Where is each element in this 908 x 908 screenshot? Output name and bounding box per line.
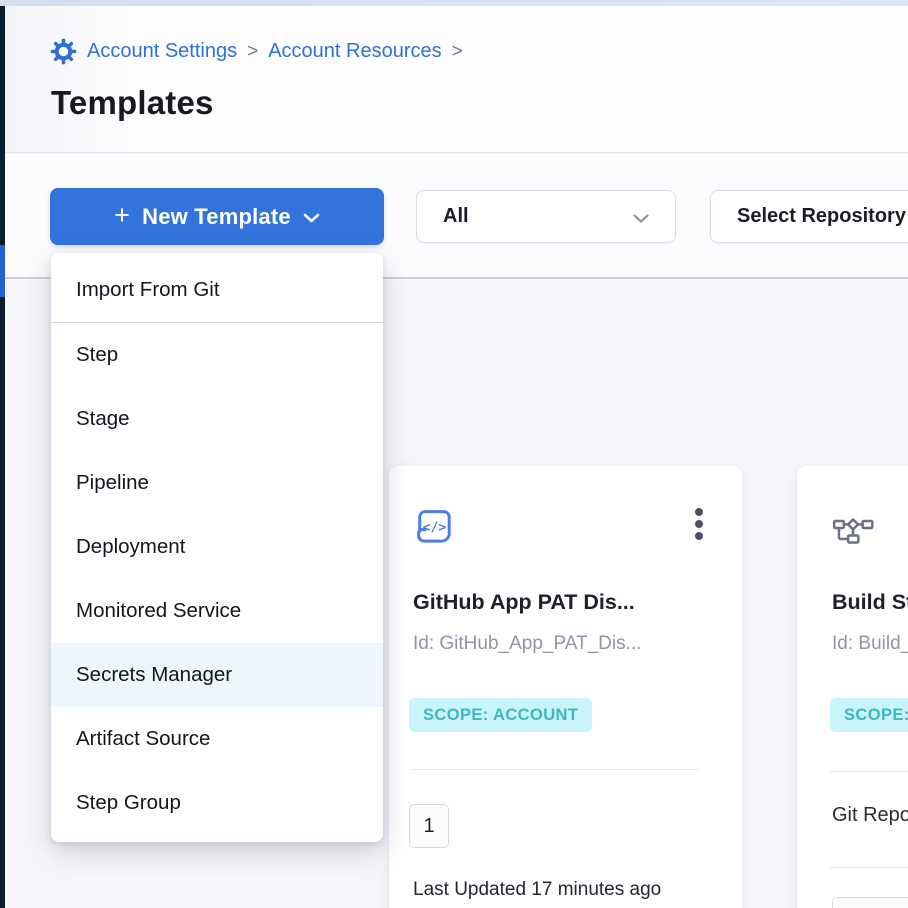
scope-badge: SCOPE: ACCOUNT [409, 698, 592, 732]
code-scroll-icon: </> [411, 504, 459, 557]
menu-item-stage[interactable]: Stage [51, 387, 383, 451]
card-divider [830, 771, 908, 772]
chevron-down-icon [303, 213, 320, 223]
sidebar-active-indicator [0, 245, 5, 297]
menu-item-import-from-git[interactable]: Import From Git [51, 258, 383, 322]
chevron-down-icon [633, 214, 649, 223]
scope-badge: SCOPE: ACCOUNT [830, 698, 908, 732]
version-chip[interactable]: 1 [409, 804, 449, 848]
page-title: Templates [51, 84, 214, 122]
page-header: Account Settings > Account Resources > T… [5, 6, 908, 153]
stage-flow-icon [832, 512, 875, 550]
breadcrumb: Account Settings > Account Resources > [50, 38, 463, 65]
menu-item-step[interactable]: Step [51, 323, 383, 387]
new-template-dropdown-menu: Import From Git Step Stage Pipeline Depl… [51, 253, 383, 842]
repository-filter[interactable]: Select Repository [710, 190, 908, 243]
menu-item-monitored-service[interactable]: Monitored Service [51, 579, 383, 643]
new-template-label: New Template [142, 204, 291, 230]
menu-item-pipeline[interactable]: Pipeline [51, 451, 383, 515]
last-updated-text: Last Updated 17 minutes ago [413, 879, 661, 901]
new-template-button[interactable]: + New Template [50, 188, 384, 245]
template-card-build-stage[interactable]: Build Sta Id: Build_ SCOPE: ACCOUNT Git … [797, 466, 908, 908]
top-accent-bar [0, 0, 908, 6]
menu-item-artifact-source[interactable]: Artifact Source [51, 707, 383, 771]
settings-gear-icon[interactable] [50, 38, 77, 65]
breadcrumb-separator: > [247, 41, 258, 63]
plus-icon: + [114, 202, 130, 229]
svg-text:</>: </> [423, 520, 447, 535]
breadcrumb-separator: > [452, 41, 463, 63]
collapsed-sidebar-strip[interactable] [0, 6, 5, 908]
menu-item-deployment[interactable]: Deployment [51, 515, 383, 579]
card-divider [411, 769, 699, 770]
git-repo-label: Git Repo [832, 804, 908, 827]
card-divider [830, 867, 908, 868]
repository-filter-label: Select Repository [737, 205, 906, 228]
template-card-github-app-pat[interactable]: </> GitHub App PAT Dis... Id: GitHub_App… [389, 466, 742, 908]
template-id: Id: GitHub_App_PAT_Dis... [413, 633, 641, 655]
template-id: Id: Build_ [832, 633, 908, 655]
template-type-filter-value: All [443, 205, 469, 228]
menu-item-secrets-manager[interactable]: Secrets Manager [51, 643, 383, 707]
template-title: GitHub App PAT Dis... [413, 590, 635, 615]
template-title: Build Sta [832, 590, 908, 615]
breadcrumb-account-resources[interactable]: Account Resources [268, 40, 441, 63]
template-type-filter[interactable]: All [416, 190, 676, 243]
card-menu-kebab-icon[interactable] [694, 504, 704, 544]
breadcrumb-account-settings[interactable]: Account Settings [87, 40, 237, 63]
menu-item-step-group[interactable]: Step Group [51, 771, 383, 835]
version-chip[interactable]: 1 [832, 897, 908, 908]
